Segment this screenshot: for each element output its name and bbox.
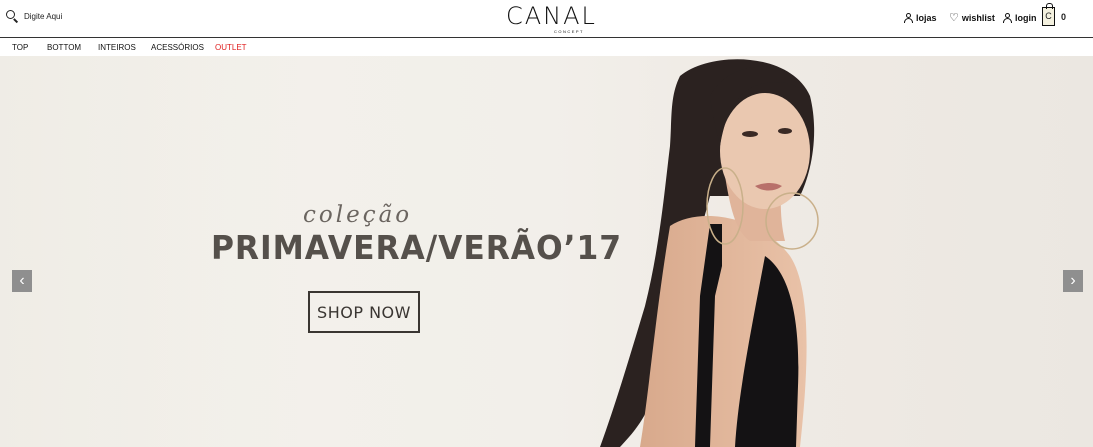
search-icon[interactable]: [6, 10, 19, 23]
search-input[interactable]: [24, 11, 144, 21]
nav-item-inteiros[interactable]: INTEIROS: [98, 43, 136, 52]
hero-banner[interactable]: coleção PRIMAVERA/VERÃO’17 SHOP NOW ‹ ›: [0, 56, 1093, 447]
wishlist-link[interactable]: ♡ wishlist: [949, 12, 995, 24]
login-link[interactable]: login: [1003, 13, 1037, 23]
chevron-right-icon: ›: [1070, 272, 1076, 289]
user-icon: [1003, 13, 1012, 23]
stores-link[interactable]: lojas: [904, 13, 937, 23]
carousel-prev-button[interactable]: ‹: [12, 270, 32, 292]
nav-item-bottom[interactable]: BOTTOM: [47, 43, 81, 52]
nav-item-top[interactable]: TOP: [12, 43, 28, 52]
hero-title: PRIMAVERA/VERÃO’17: [211, 228, 623, 267]
stores-icon: [904, 13, 913, 23]
heart-icon: ♡: [949, 12, 959, 24]
site-header: CANAL CONCEPT lojas ♡ wishlist login C 0: [0, 0, 1093, 38]
shopping-bag-icon: C: [1042, 3, 1055, 26]
hero-script-text: coleção: [303, 202, 413, 228]
login-label: login: [1015, 13, 1037, 23]
logo-text: CANAL: [506, 2, 597, 30]
carousel-next-button[interactable]: ›: [1063, 270, 1083, 292]
logo-subtext: CONCEPT: [553, 29, 584, 34]
nav-item-outlet[interactable]: OUTLET: [215, 43, 247, 52]
search-bar[interactable]: [6, 10, 144, 23]
cart-count: 0: [1061, 11, 1067, 22]
main-nav: TOP BOTTOM INTEIROS ACESSÓRIOS OUTLET: [0, 39, 1093, 56]
logo[interactable]: CANAL CONCEPT: [506, 2, 597, 34]
cart-button[interactable]: C 0: [1042, 3, 1067, 26]
nav-item-acessorios[interactable]: ACESSÓRIOS: [151, 43, 204, 52]
stores-label: lojas: [916, 13, 937, 23]
chevron-left-icon: ‹: [19, 272, 25, 289]
shop-now-button[interactable]: SHOP NOW: [308, 291, 420, 333]
wishlist-label: wishlist: [961, 13, 995, 23]
